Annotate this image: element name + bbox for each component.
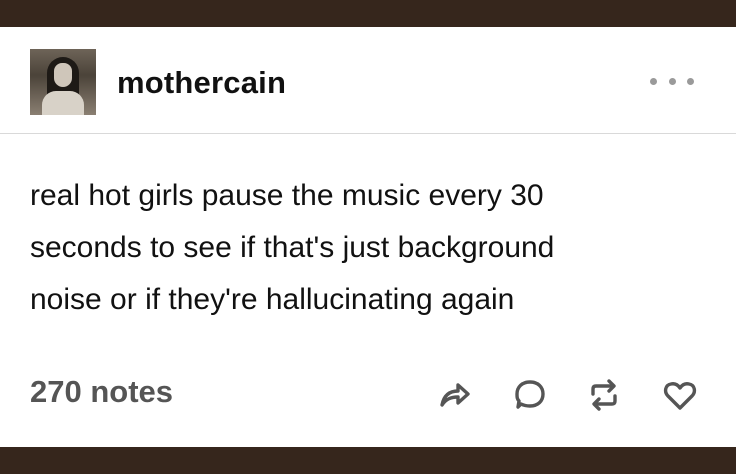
reply-icon-graphic (515, 380, 545, 409)
share-icon-graphic (440, 383, 470, 407)
more-dot (668, 77, 676, 85)
share-icon[interactable] (434, 375, 474, 415)
heart-icon[interactable] (660, 375, 700, 415)
post-text-line: seconds to see if that's just background (30, 231, 555, 264)
reply-icon[interactable] (510, 375, 550, 415)
avatar-face (54, 63, 72, 87)
reblog-icon[interactable] (584, 375, 624, 415)
post-actions (0, 375, 736, 415)
frame-bottom-border (0, 447, 736, 474)
post-text-line: noise or if they're hallucinating again (30, 283, 515, 316)
post-text-line: real hot girls pause the music every 30 (30, 179, 544, 212)
frame-top-border (0, 0, 736, 27)
avatar-body (42, 91, 84, 115)
reblog-icon-graphic (591, 379, 617, 411)
post-card: mothercain real hot girls pause the musi… (0, 27, 736, 447)
more-dot (687, 77, 694, 85)
post-text: real hot girls pause the music every 30 … (30, 170, 710, 326)
more-options-icon[interactable] (650, 71, 694, 91)
heart-icon-graphic (663, 382, 697, 410)
username[interactable]: mothercain (117, 65, 286, 101)
post-header: mothercain (0, 27, 736, 134)
more-dot (650, 77, 657, 85)
avatar[interactable] (30, 49, 96, 115)
